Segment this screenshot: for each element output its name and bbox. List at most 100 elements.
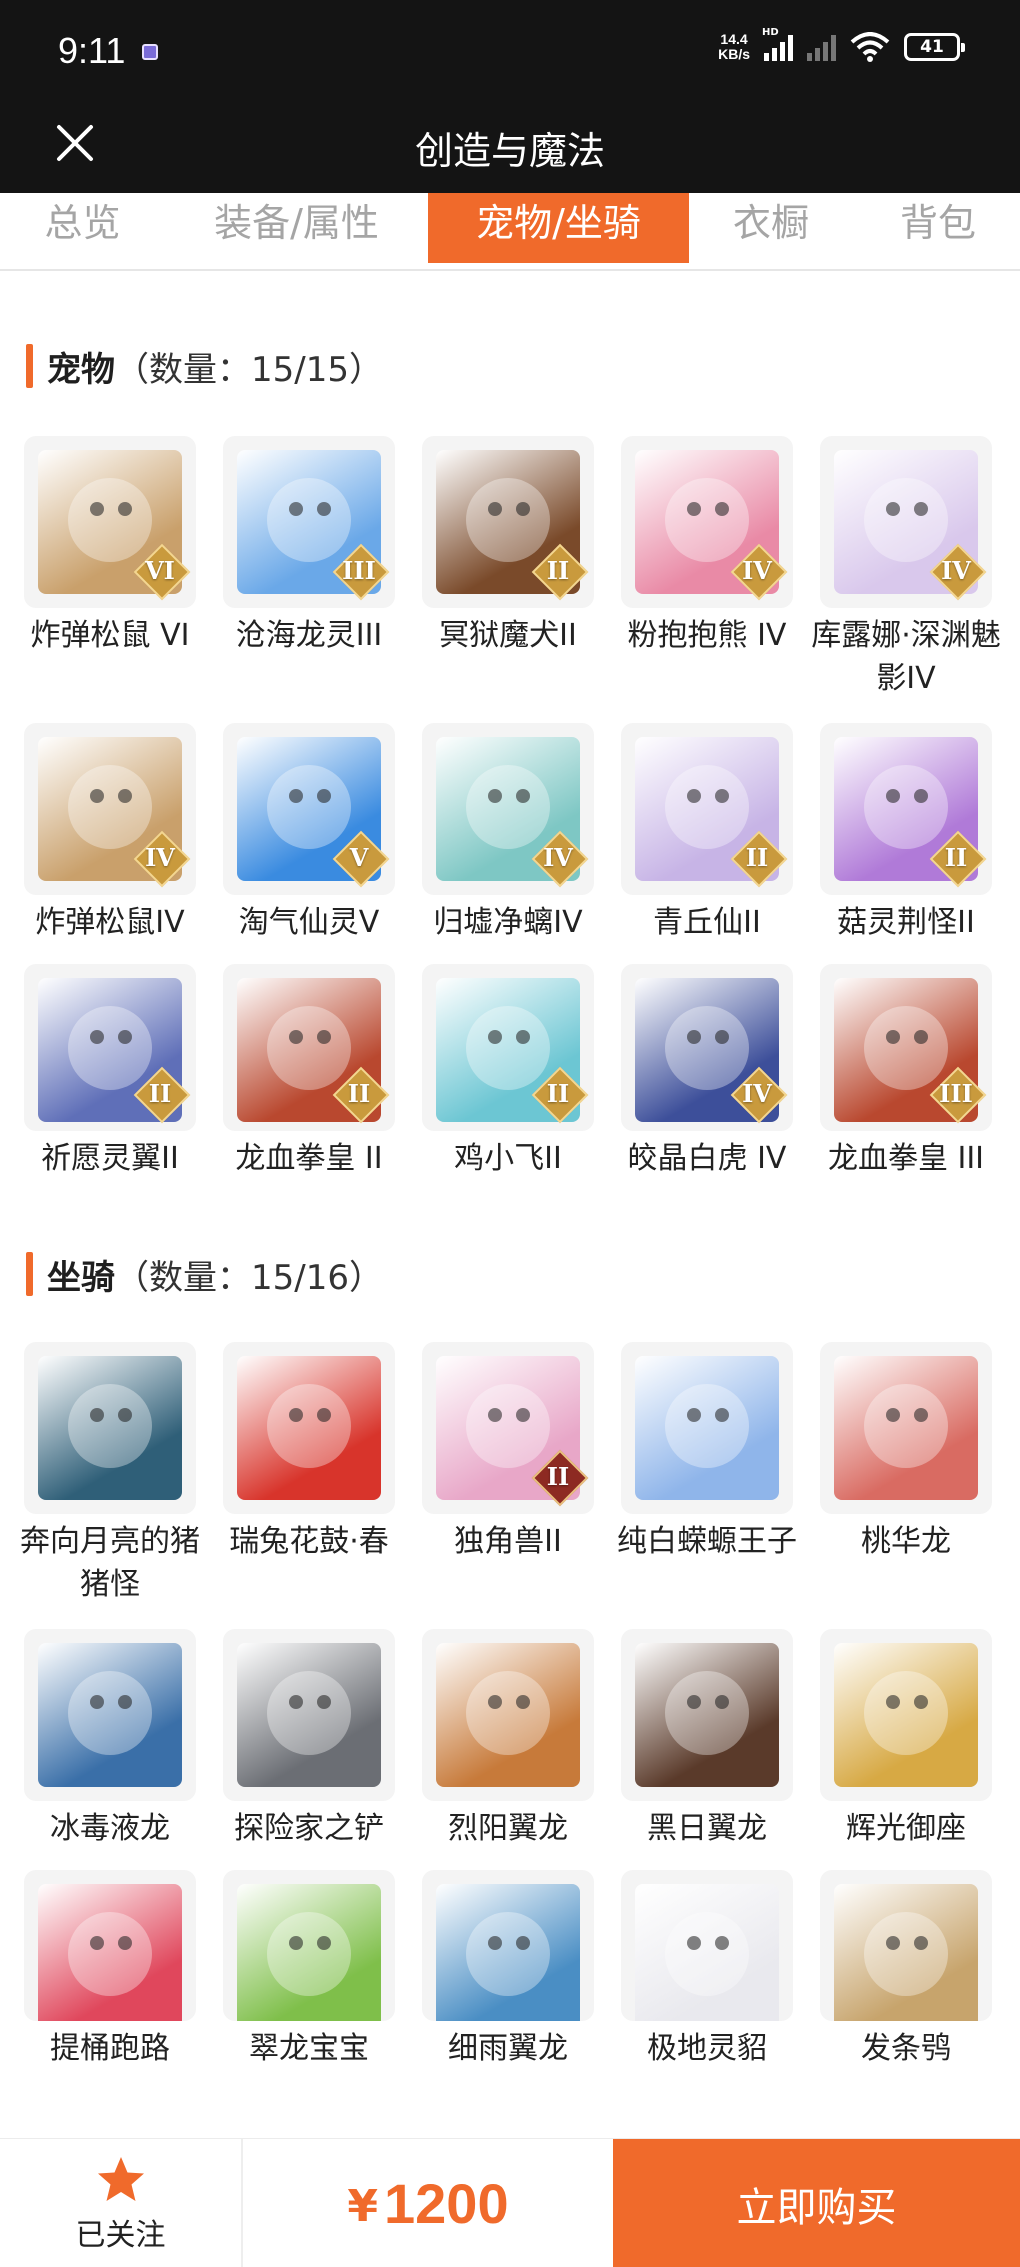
mount-item[interactable]: 桃华龙 [820, 1342, 992, 1629]
mount-image [635, 1884, 779, 2021]
mount-name: 奔向月亮的猪猪怪 [20, 1524, 200, 1602]
price: ¥ 1200 [243, 2139, 613, 2267]
page-title: 创造与魔法 [414, 129, 605, 173]
mount-item[interactable]: 瑞兔花鼓·春 [223, 1342, 395, 1629]
mount-item[interactable]: 辉光御座 [820, 1629, 992, 1870]
rank-badge: III [331, 542, 387, 598]
mount-item[interactable]: 探险家之铲 [223, 1629, 395, 1870]
mount-item[interactable]: 极地灵貂 [621, 1870, 793, 2070]
rank-badge: II [331, 1065, 387, 1121]
mount-name: 翠龙宝宝 [249, 2031, 369, 2066]
mount-image [834, 1643, 978, 1787]
buy-now-button[interactable]: 立即购买 [613, 2139, 1020, 2267]
follow-button[interactable]: 已关注 [0, 2139, 243, 2267]
mount-item[interactable]: 奔向月亮的猪猪怪 [20, 1342, 200, 1629]
currency-symbol: ¥ [347, 2181, 379, 2232]
rank-badge-text: V [349, 842, 369, 872]
tab-overview[interactable]: 总览 [0, 193, 165, 263]
star-icon [97, 2156, 144, 2201]
pet-item[interactable]: II 菇灵荆怪II [820, 723, 992, 964]
pet-name: 皎晶白虎 IV [627, 1141, 787, 1176]
tab-backpack[interactable]: 背包 [853, 193, 1020, 263]
pet-item[interactable]: IV 归墟净螭IV [422, 723, 594, 964]
tab-equipment-attributes[interactable]: 装备/属性 [165, 193, 428, 263]
price-amount: 1200 [384, 2172, 509, 2235]
mount-item[interactable]: 细雨翼龙 [422, 1870, 594, 2070]
rank-badge: IV [530, 829, 586, 885]
rank-badge-text: III [939, 1078, 973, 1108]
mount-thumbnail [820, 1342, 992, 1514]
mount-item[interactable]: 发条鸮 [820, 1870, 992, 2070]
mount-image [38, 1356, 182, 1500]
mount-item[interactable]: 烈阳翼龙 [422, 1629, 594, 1870]
mount-item[interactable]: 提桶跑路 [24, 1870, 196, 2070]
status-indicators: 14.4 KB/s HD 41 [718, 27, 965, 62]
pet-item[interactable]: VI 炸弹松鼠 VI [24, 436, 196, 723]
pet-thumbnail: II [223, 964, 395, 1131]
mount-thumbnail [422, 1870, 594, 2021]
mount-image [237, 1884, 381, 2021]
mounts-grid: 奔向月亮的猪猪怪 瑞兔花鼓·春 II 独角兽II 纯白蝾螈王子 桃华龙冰毒液龙 探险家之铲 烈… [20, 1342, 1000, 2070]
pet-item[interactable]: II 冥狱魔犬II [422, 436, 594, 723]
tab-pets-mounts[interactable]: 宠物/坐骑 [428, 193, 689, 263]
pet-item[interactable]: II 龙血拳皇 II [223, 964, 395, 1180]
pet-name: 祈愿灵翼II [41, 1141, 179, 1176]
pet-item[interactable]: IV 皎晶白虎 IV [621, 964, 793, 1180]
rank-badge: II [132, 1065, 188, 1121]
mount-name: 桃华龙 [861, 1524, 951, 1559]
pet-name: 青丘仙II [653, 905, 761, 940]
mount-thumbnail [24, 1629, 196, 1801]
pet-thumbnail: IV [422, 723, 594, 895]
mount-thumbnail [621, 1629, 793, 1801]
pet-item[interactable]: IV 粉抱抱熊 IV [621, 436, 793, 723]
mount-thumbnail [223, 1629, 395, 1801]
mounts-section-title: 坐骑 （数量：15/16） [26, 1252, 383, 1298]
mount-image [436, 1884, 580, 2021]
mount-item[interactable]: 冰毒液龙 [24, 1629, 196, 1870]
mount-thumbnail [621, 1342, 793, 1514]
cellular-signal-secondary-icon [807, 33, 836, 61]
mount-item[interactable]: 翠龙宝宝 [223, 1870, 395, 2070]
mount-thumbnail [820, 1870, 992, 2021]
rank-badge: II [729, 829, 785, 885]
pet-item[interactable]: IV 炸弹松鼠IV [24, 723, 196, 964]
mount-item[interactable]: 黑日翼龙 [621, 1629, 793, 1870]
pet-item[interactable]: II 青丘仙II [621, 723, 793, 964]
tab-wardrobe[interactable]: 衣橱 [689, 193, 853, 263]
pet-item[interactable]: II 鸡小飞II [422, 964, 594, 1180]
pet-name: 冥狱魔犬II [439, 618, 577, 653]
rank-badge-text: II [745, 842, 769, 872]
pet-item[interactable]: V 淘气仙灵V [223, 723, 395, 964]
pet-item[interactable]: III 龙血拳皇 III [820, 964, 992, 1180]
pet-thumbnail: IV [24, 723, 196, 895]
mount-image [237, 1356, 381, 1500]
mount-image [635, 1356, 779, 1500]
pets-grid: VI 炸弹松鼠 VI III 沧海龙灵III II 冥狱魔犬II IV 粉抱抱熊 IV IV 库露… [24, 436, 1001, 1180]
rank-badge-text: IV [941, 555, 971, 585]
rank-badge: IV [132, 829, 188, 885]
mount-image [38, 1643, 182, 1787]
pet-item[interactable]: II 祈愿灵翼II [24, 964, 196, 1180]
wifi-icon [850, 32, 890, 62]
pet-item[interactable]: IV 库露娜·深渊魅影IV [811, 436, 1001, 723]
rank-badge: III [928, 1065, 984, 1121]
mount-item[interactable]: 纯白蝾螈王子 [617, 1342, 797, 1629]
follow-label: 已关注 [75, 2217, 166, 2253]
mount-thumbnail: II [422, 1342, 594, 1514]
mount-name: 冰毒液龙 [50, 1811, 170, 1846]
rank-badge-text: IV [145, 842, 175, 872]
pet-item[interactable]: III 沧海龙灵III [223, 436, 395, 723]
pets-count: （数量：15/15） [115, 349, 383, 390]
status-time: 9:11 [58, 30, 126, 71]
pet-thumbnail: III [820, 964, 992, 1131]
pet-name: 库露娜·深渊魅影IV [811, 618, 1001, 696]
mount-name: 辉光御座 [846, 1811, 966, 1846]
mount-name: 黑日翼龙 [647, 1811, 767, 1846]
mount-image [436, 1643, 580, 1787]
mounts-title: 坐骑 [47, 1257, 115, 1298]
section-accent-bar [26, 344, 33, 388]
tab-bar: 总览 装备/属性 宠物/坐骑 衣橱 背包 [0, 193, 1020, 271]
pet-name: 龙血拳皇 III [827, 1141, 985, 1176]
rank-badge-text: II [347, 1078, 371, 1108]
mount-item[interactable]: II 独角兽II [422, 1342, 594, 1629]
